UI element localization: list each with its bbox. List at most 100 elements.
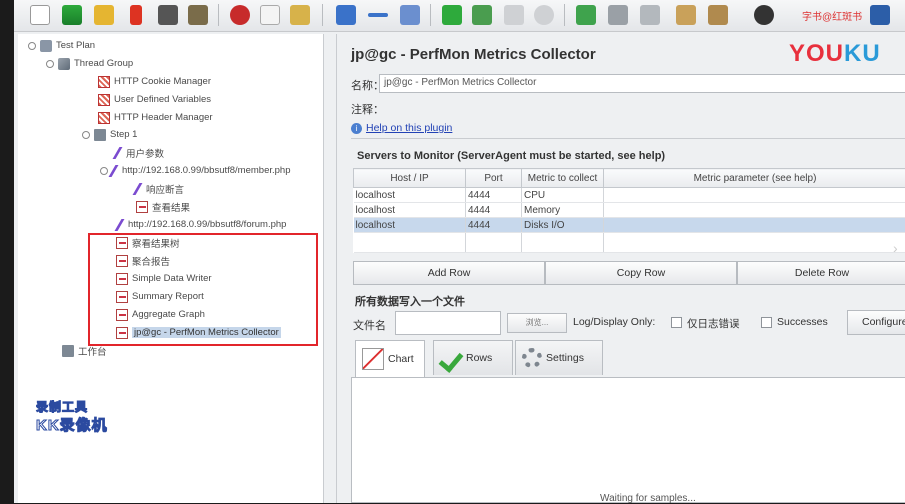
config-element-icon: [98, 94, 110, 106]
expand-toggle-icon[interactable]: [28, 42, 36, 50]
browse-button[interactable]: 浏览...: [507, 313, 567, 333]
parameter-cell[interactable]: [604, 188, 905, 203]
tab-rows[interactable]: Rows: [433, 340, 513, 375]
copy-icon[interactable]: [260, 5, 280, 25]
sampler-icon: [115, 219, 128, 231]
highlight-box: [88, 233, 318, 346]
tree-node-thread-group[interactable]: Thread Group: [46, 55, 133, 72]
remote-stop-icon[interactable]: [608, 5, 628, 25]
tree-node-cookie-manager[interactable]: HTTP Cookie Manager: [98, 73, 211, 90]
tree-node-view-results[interactable]: 查看结果: [136, 198, 190, 215]
stop-icon[interactable]: [504, 5, 524, 25]
templates-icon[interactable]: [62, 5, 82, 25]
expand-toggle-icon[interactable]: [100, 167, 108, 175]
youku-logo: YOUKU: [789, 40, 881, 68]
thread-group-icon: [58, 58, 70, 70]
remote-start-icon[interactable]: [576, 5, 596, 25]
tree-node-response-assertion[interactable]: 响应断言: [136, 180, 184, 197]
port-cell[interactable]: 4444: [466, 218, 522, 233]
assertion-icon: [133, 183, 146, 195]
tab-chart[interactable]: Chart: [355, 340, 425, 377]
delete-row-button[interactable]: Delete Row: [737, 261, 905, 285]
metric-cell[interactable]: Memory: [522, 203, 604, 218]
tree-node-header-manager[interactable]: HTTP Header Manager: [98, 109, 213, 126]
panel-title: jp@gc - PerfMon Metrics Collector: [351, 46, 596, 63]
chevron-right-icon[interactable]: ›: [893, 240, 905, 260]
close-icon[interactable]: [130, 5, 142, 25]
tree-node-test-plan[interactable]: Test Plan: [28, 37, 95, 54]
config-element-icon: [98, 76, 110, 88]
save-as-icon[interactable]: [188, 5, 208, 25]
paste-icon[interactable]: [290, 5, 310, 25]
pre-processor-icon: [113, 147, 126, 159]
metrics-table: Host / IP Port Metric to collect Metric …: [353, 168, 905, 253]
column-header-port[interactable]: Port: [466, 169, 522, 188]
errors-only-label: 仅日志错误: [687, 316, 740, 331]
tab-settings[interactable]: Settings: [515, 340, 603, 375]
toggle-icon[interactable]: [400, 5, 420, 25]
toolbar-separator: [322, 4, 323, 26]
remote-exit-icon[interactable]: [640, 5, 660, 25]
successes-label: Successes: [777, 316, 828, 328]
info-icon: i: [351, 123, 362, 134]
help-icon[interactable]: [870, 5, 890, 25]
comment-label: 注释：: [351, 101, 384, 117]
collapse-icon[interactable]: [368, 13, 388, 17]
tree-node-http-member[interactable]: http://192.168.0.99/bbsutf8/member.php: [100, 162, 290, 179]
host-cell[interactable]: localhost: [354, 218, 466, 233]
tree-node-user-defined-variables[interactable]: User Defined Variables: [98, 91, 211, 108]
successes-checkbox[interactable]: [761, 317, 772, 328]
table-row[interactable]: localhost 4444 Disks I/O: [354, 218, 905, 233]
filename-label: 文件名: [353, 317, 386, 333]
expand-icon[interactable]: [336, 5, 356, 25]
parameter-cell[interactable]: [604, 203, 905, 218]
jmeter-window: 字书@红斑书 Test Plan Thread Group HTTP Cooki…: [14, 0, 905, 503]
host-cell[interactable]: localhost: [354, 203, 466, 218]
config-element-icon: [98, 112, 110, 124]
start-no-pause-icon[interactable]: [472, 5, 492, 25]
port-cell[interactable]: 4444: [466, 188, 522, 203]
expand-toggle-icon[interactable]: [46, 60, 54, 68]
metric-cell[interactable]: Disks I/O: [522, 218, 604, 233]
copy-row-button[interactable]: Copy Row: [545, 261, 737, 285]
configure-button[interactable]: Configure: [847, 310, 905, 335]
shutdown-icon[interactable]: [534, 5, 554, 25]
save-icon[interactable]: [158, 5, 178, 25]
clear-all-icon[interactable]: [708, 5, 728, 25]
tree-node-user-parameters[interactable]: 用户参数: [116, 144, 164, 161]
metric-cell[interactable]: CPU: [522, 188, 604, 203]
host-cell[interactable]: localhost: [354, 188, 466, 203]
tree-node-step-1[interactable]: Step 1: [82, 126, 137, 143]
open-icon[interactable]: [94, 5, 114, 25]
tree-node-http-forum[interactable]: http://192.168.0.99/bbsutf8/forum.php: [118, 216, 286, 233]
workbench-icon: [62, 345, 74, 357]
parameter-cell[interactable]: [604, 218, 905, 233]
toolbar-separator: [218, 4, 219, 26]
table-row[interactable]: localhost 4444 Memory: [354, 203, 905, 218]
port-cell[interactable]: 4444: [466, 203, 522, 218]
column-header-parameter[interactable]: Metric parameter (see help): [604, 169, 905, 188]
search-icon[interactable]: [754, 5, 774, 25]
new-icon[interactable]: [30, 5, 50, 25]
errors-only-checkbox[interactable]: [671, 317, 682, 328]
help-link[interactable]: Help on this plugin: [366, 122, 452, 134]
chart-area: Waiting for samples...: [351, 377, 905, 503]
checkmark-icon: [440, 347, 462, 369]
expand-toggle-icon[interactable]: [82, 131, 90, 139]
column-header-host[interactable]: Host / IP: [354, 169, 466, 188]
perfmon-panel: jp@gc - PerfMon Metrics Collector YOUKU …: [336, 34, 905, 503]
toolbar: 字书@红斑书: [14, 0, 905, 32]
chart-icon: [362, 348, 384, 370]
name-field[interactable]: jp@gc - PerfMon Metrics Collector: [379, 74, 905, 93]
clear-icon[interactable]: [676, 5, 696, 25]
column-header-metric[interactable]: Metric to collect: [522, 169, 604, 188]
table-filler: [354, 233, 905, 253]
table-row[interactable]: localhost 4444 CPU: [354, 188, 905, 203]
controller-icon: [94, 129, 106, 141]
filename-input[interactable]: [395, 311, 501, 335]
sampler-icon: [109, 165, 122, 177]
cut-icon[interactable]: [230, 5, 250, 25]
start-icon[interactable]: [442, 5, 462, 25]
servers-title: Servers to Monitor (ServerAgent must be …: [357, 150, 665, 162]
add-row-button[interactable]: Add Row: [353, 261, 545, 285]
